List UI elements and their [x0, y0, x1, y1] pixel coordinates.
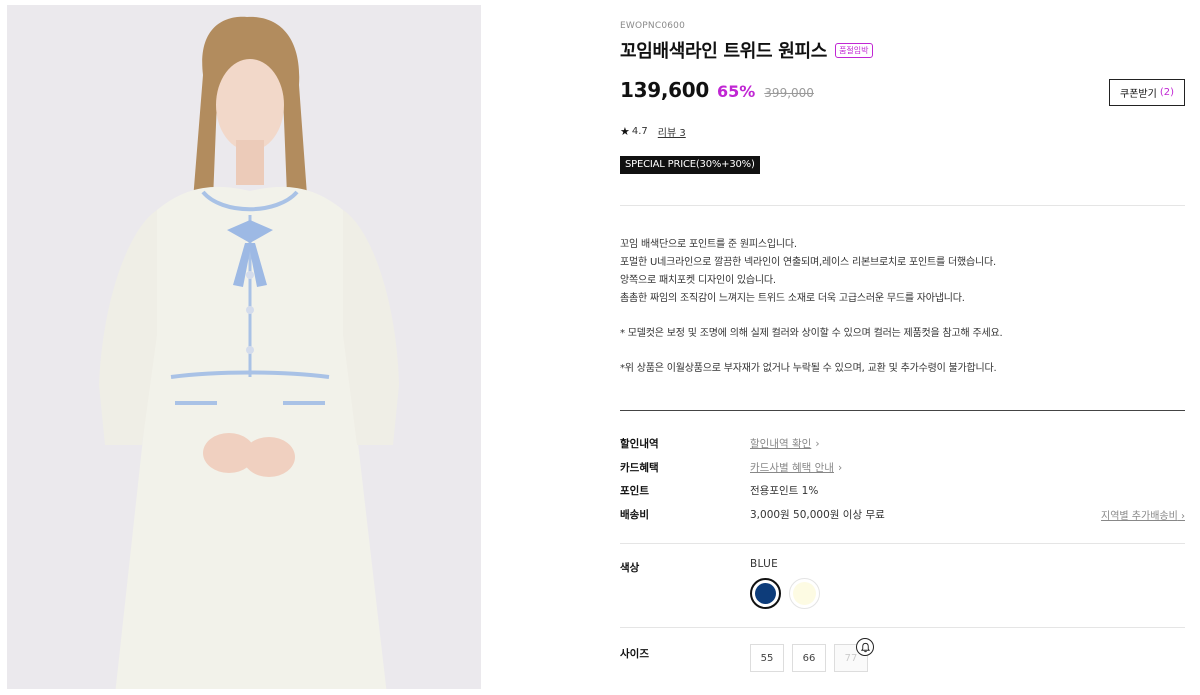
title-row: 꼬임배색라인 트위드 원피스 품절임박 — [620, 37, 873, 63]
coupon-button[interactable]: 쿠폰받기 (2) — [1109, 79, 1185, 106]
product-title: 꼬임배색라인 트위드 원피스 — [620, 41, 828, 62]
description-note: * 모델컷은 보정 및 조명에 의해 실제 컬러와 상이할 수 있으며 컬러는 … — [620, 328, 1003, 339]
discount-rate: 65% — [717, 82, 756, 101]
rating-row: ★ 4.7 리뷰 3 — [620, 124, 686, 139]
product-image — [7, 5, 481, 689]
shipping-value: 3,000원 50,000원 이상 무료 — [750, 508, 885, 521]
swatch-fill — [793, 582, 816, 605]
size-option-66[interactable]: 66 — [792, 644, 826, 672]
color-swatch-blue[interactable] — [750, 578, 781, 609]
discount-detail-link[interactable]: 할인내역 확인 › — [750, 436, 820, 451]
benefit-row-discount: 할인내역 할인내역 확인 › — [620, 436, 1185, 460]
model-illustration — [7, 5, 481, 689]
chevron-right-icon: › — [1177, 510, 1185, 522]
product-code: EWOPNC0600 — [620, 21, 686, 31]
review-link[interactable]: 리뷰 3 — [658, 124, 686, 139]
point-value: 전용포인트 1% — [750, 485, 819, 497]
coupon-count: (2) — [1159, 87, 1174, 98]
size-option-55[interactable]: 55 — [750, 644, 784, 672]
rating-value: 4.7 — [631, 126, 648, 137]
description-line: 앙쪽으로 패치포켓 디자인이 있습니다. — [620, 275, 776, 286]
benefit-label: 포인트 — [620, 485, 649, 497]
star-icon: ★ — [620, 125, 630, 138]
divider — [620, 205, 1185, 206]
benefit-label: 할인내역 — [620, 438, 659, 450]
benefit-label: 배송비 — [620, 508, 649, 521]
divider — [620, 627, 1185, 628]
swatch-fill — [755, 583, 776, 604]
size-label: 사이즈 — [620, 648, 649, 660]
benefit-label: 카드혜택 — [620, 461, 659, 474]
selected-color-name: BLUE — [750, 558, 779, 570]
soldout-badge: 품절임박 — [835, 42, 873, 58]
card-benefit-link[interactable]: 카드사별 혜택 안내 › — [750, 460, 842, 475]
color-label: 색상 — [620, 562, 640, 574]
price-row: 139,600 65% 399,000 — [620, 78, 814, 102]
special-price-badge: SPECIAL PRICE(30%+30%) — [620, 156, 760, 174]
divider — [620, 410, 1185, 411]
color-swatch-ivory[interactable] — [789, 578, 820, 609]
description-note: *위 상품은 이월상품으로 부자재가 없거나 누락될 수 있으며, 교환 및 추… — [620, 363, 997, 374]
original-price: 399,000 — [764, 86, 814, 100]
product-description: 꼬임 배색단으로 포인트를 준 원피스입니다. 포멀한 U네크라인으로 깔끔한 … — [620, 236, 1185, 378]
bell-icon[interactable] — [856, 638, 874, 656]
sale-price: 139,600 — [620, 78, 709, 102]
description-line: 촘촘한 짜임의 조직감이 느껴지는 트위드 소재로 더욱 고급스러운 무드를 자… — [620, 293, 965, 304]
regional-shipping-link[interactable]: 지역별 추가배송비 › — [1101, 507, 1185, 522]
description-line: 꼬임 배색단으로 포인트를 준 원피스입니다. — [620, 239, 797, 250]
benefit-row-shipping: 배송비 3,000원 50,000원 이상 무료 지역별 추가배송비 › — [620, 507, 1185, 531]
description-line: 포멀한 U네크라인으로 깔끔한 넥라인이 연출되며,레이스 리본브로치로 포인트… — [620, 257, 996, 268]
coupon-label: 쿠폰받기 — [1120, 89, 1157, 100]
chevron-right-icon: › — [815, 438, 820, 450]
product-info-panel: EWOPNC0600 꼬임배색라인 트위드 원피스 품절임박 139,600 6… — [620, 0, 1185, 695]
benefit-row-card: 카드혜택 카드사별 혜택 안내 › — [620, 460, 1185, 484]
chevron-right-icon: › — [837, 461, 843, 474]
benefit-row-point: 포인트 전용포인트 1% — [620, 483, 1185, 507]
divider — [620, 543, 1185, 544]
benefits-section: 할인내역 할인내역 확인 › 카드혜택 카드사별 혜택 안내 › 포인트 전용포인트… — [620, 436, 1185, 530]
